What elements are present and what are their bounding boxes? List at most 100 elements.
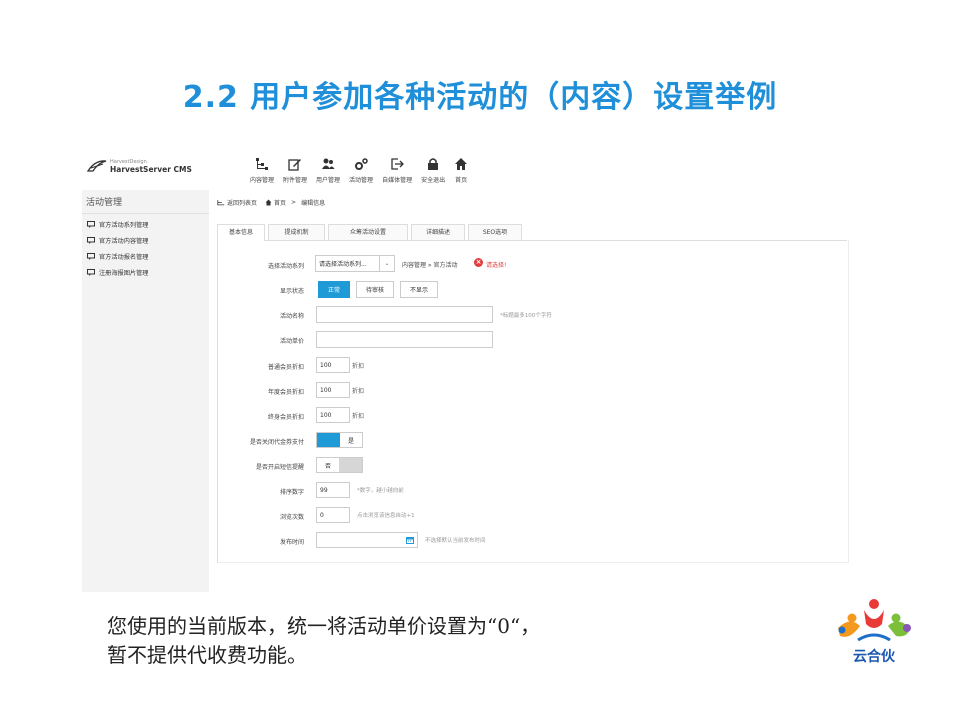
nav-label: 自媒体管理 — [382, 177, 413, 184]
slide-note: 您使用的当前版本，统一将活动单价设置为“0“， 暂不提供代收费功能。 — [107, 612, 540, 670]
home-icon — [265, 199, 272, 206]
close-voucher-label: 是否关闭代金券支付 — [249, 439, 304, 446]
activity-name-input[interactable] — [316, 306, 493, 323]
status-hidden-button[interactable]: 不显示 — [400, 281, 438, 298]
status-normal-button[interactable]: 正常 — [318, 281, 350, 298]
comment-icon — [87, 237, 95, 244]
views-input[interactable]: 0 — [316, 507, 350, 523]
discount-life-input[interactable]: 100 — [316, 407, 350, 423]
sidebar: 活动管理 官方活动系列管理 官方活动内容管理 官方活动报名管理 注册海报图片管理 — [82, 190, 209, 592]
sidebar-item-series[interactable]: 官方活动系列管理 — [82, 217, 209, 233]
sidebar-item-label: 官方活动内容管理 — [99, 238, 149, 245]
sort-input[interactable]: 99 — [316, 482, 350, 498]
series-path: 内容管理 » 官方活动 — [402, 262, 458, 269]
close-voucher-toggle[interactable]: 是 — [316, 432, 363, 448]
yunhehuo-logo: 云合伙 — [828, 598, 920, 670]
breadcrumb-home-link[interactable]: 首页 — [274, 198, 286, 207]
name-hint: *标题最多100个字符 — [500, 313, 552, 319]
nav-label: 内容管理 — [250, 177, 275, 184]
discount-life-label: 终身会员折扣 — [267, 414, 304, 421]
nav-home[interactable]: 首页 — [454, 155, 468, 184]
comment-icon — [87, 253, 95, 260]
users-icon — [322, 158, 335, 169]
gears-icon — [355, 158, 368, 170]
breadcrumb-separator: > — [291, 199, 297, 206]
activity-price-input[interactable] — [316, 331, 493, 348]
series-select[interactable]: 请选择活动系列... ⌄ — [315, 255, 395, 272]
sort-label: 排序数字 — [279, 489, 304, 496]
tab-bar: 基本信息 提成机制 众筹活动设置 详细描述 SEO选项 — [217, 224, 847, 241]
logo-big-text: HarvestServer CMS — [110, 165, 192, 174]
series-error: 请选择! — [486, 262, 507, 269]
status-pending-button[interactable]: 待审核 — [356, 281, 394, 298]
harvest-logo-icon — [87, 160, 107, 172]
toggle-knob — [339, 458, 362, 472]
discount-year-label: 年度会员折扣 — [267, 389, 304, 396]
series-label: 选择活动系列 — [267, 263, 304, 270]
views-hint: 点击浏览该信息自动+1 — [357, 513, 415, 519]
nav-label: 安全退出 — [421, 177, 446, 184]
toggle-knob — [317, 433, 340, 447]
sidebar-item-signup[interactable]: 官方活动报名管理 — [82, 249, 209, 265]
sidebar-item-poster[interactable]: 注册海报图片管理 — [82, 265, 209, 281]
toggle-value: 否 — [324, 462, 331, 470]
back-list-icon — [217, 200, 225, 206]
calendar-icon[interactable] — [406, 536, 414, 544]
nav-self-media[interactable]: 自媒体管理 — [382, 155, 412, 184]
status-label: 显示状态 — [279, 288, 304, 295]
discount-life-suffix: 折扣 — [352, 413, 365, 420]
discount-normal-label: 普通会员折扣 — [267, 364, 304, 371]
cms-screenshot: HarvestDesign HarvestServer CMS 内容管理 附件管… — [82, 148, 849, 592]
chevron-down-icon: ⌄ — [379, 256, 394, 271]
nav-content[interactable]: 内容管理 — [250, 155, 274, 184]
sms-remind-label: 是否开启短信提醒 — [255, 464, 304, 471]
publish-time-hint: 不选择默认当前发布时间 — [425, 538, 486, 544]
sidebar-item-content[interactable]: 官方活动内容管理 — [82, 233, 209, 249]
export-icon — [391, 158, 404, 170]
sidebar-title: 活动管理 — [82, 190, 209, 214]
breadcrumb-current: 编辑信息 — [301, 200, 326, 207]
error-icon: × — [474, 258, 483, 267]
nav-label: 用户管理 — [316, 177, 341, 184]
discount-normal-input[interactable]: 100 — [316, 357, 350, 373]
tab-description[interactable]: 详细描述 — [411, 224, 465, 240]
note-line-2: 暂不提供代收费功能。 — [107, 643, 307, 667]
tab-basic-info[interactable]: 基本信息 — [217, 224, 265, 241]
discount-year-input[interactable]: 100 — [316, 382, 350, 398]
nav-label: 附件管理 — [283, 177, 308, 184]
series-select-value: 请选择活动系列... — [319, 261, 367, 268]
views-label: 浏览次数 — [279, 514, 304, 521]
cms-logo: HarvestDesign HarvestServer CMS — [87, 158, 192, 174]
edit-icon — [288, 159, 302, 171]
price-label: 活动单价 — [279, 338, 304, 345]
edit-form: 选择活动系列 请选择活动系列... ⌄ 内容管理 » 官方活动 × 请选择! 显… — [217, 240, 849, 563]
slide-title: 2.2 用户参加各种活动的（内容）设置举例 — [182, 80, 778, 115]
nav-users[interactable]: 用户管理 — [316, 155, 340, 184]
publish-time-input[interactable] — [316, 532, 418, 548]
nav-attachments[interactable]: 附件管理 — [283, 155, 307, 184]
home-icon — [455, 158, 468, 170]
top-nav: 内容管理 附件管理 用户管理 活动管理 自媒体管理 安全退出 首页 — [250, 155, 477, 184]
sidebar-item-label: 官方活动报名管理 — [99, 254, 149, 261]
toggle-value: 是 — [347, 437, 354, 445]
back-to-list-link[interactable]: 返回列表页 — [227, 198, 257, 207]
comment-icon — [87, 269, 95, 276]
publish-time-label: 发布时间 — [279, 539, 304, 546]
sort-hint: *数字，越小越向前 — [357, 488, 404, 494]
comment-icon — [87, 221, 95, 228]
brand-logo-text: 云合伙 — [853, 649, 895, 665]
discount-normal-suffix: 折扣 — [352, 363, 365, 370]
tab-crowdfunding[interactable]: 众筹活动设置 — [328, 224, 408, 240]
tab-commission[interactable]: 提成机制 — [268, 224, 325, 240]
nav-label: 活动管理 — [349, 177, 374, 184]
nav-logout[interactable]: 安全退出 — [421, 155, 445, 184]
content-tree-icon — [256, 158, 268, 170]
sms-remind-toggle[interactable]: 否 — [316, 457, 363, 473]
breadcrumb: 返回列表页 首页 > 编辑信息 — [217, 198, 330, 207]
nav-label: 首页 — [455, 177, 468, 184]
lock-icon — [428, 158, 439, 170]
nav-activities[interactable]: 活动管理 — [349, 155, 373, 184]
sidebar-item-label: 官方活动系列管理 — [99, 222, 149, 229]
name-label: 活动名称 — [279, 313, 304, 320]
tab-seo[interactable]: SEO选项 — [468, 224, 522, 240]
